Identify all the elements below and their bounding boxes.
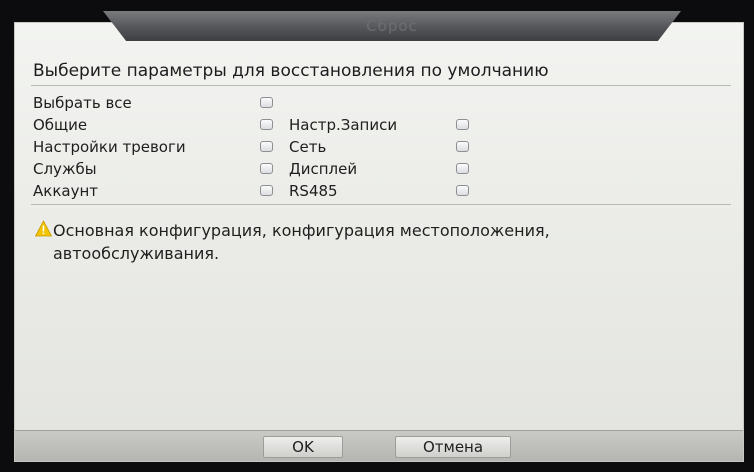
network-checkbox[interactable] (456, 141, 469, 152)
general-checkbox[interactable] (260, 119, 273, 130)
button-bar: OK Отмена (15, 430, 743, 461)
services-checkbox[interactable] (260, 163, 273, 174)
network-label: Сеть (289, 138, 327, 156)
title-bar: Сброс (103, 11, 681, 41)
general-label: Общие (33, 116, 88, 134)
record-settings-checkbox[interactable] (456, 119, 469, 130)
account-label: Аккаунт (33, 182, 98, 200)
dialog-title: Сброс (366, 17, 418, 35)
reset-dialog: Сброс Выберите параметры для восстановле… (14, 11, 744, 462)
ok-button[interactable]: OK (263, 436, 343, 458)
page-heading: Выберите параметры для восстановления по… (33, 61, 549, 81)
alarm-settings-label: Настройки тревоги (33, 138, 186, 156)
services-label: Службы (33, 160, 97, 178)
warning-icon (35, 220, 52, 237)
cancel-button[interactable]: Отмена (395, 436, 511, 458)
heading-divider (31, 85, 731, 86)
warning-message: Основная конфигурация, конфигурация мест… (53, 221, 550, 263)
section-divider (31, 204, 731, 205)
display-label: Дисплей (289, 160, 358, 178)
select-all-label: Выбрать все (33, 94, 132, 112)
account-checkbox[interactable] (260, 185, 273, 196)
rs485-label: RS485 (289, 182, 338, 200)
record-settings-label: Настр.Записи (289, 116, 398, 134)
select-all-checkbox[interactable] (260, 97, 273, 108)
display-checkbox[interactable] (456, 163, 469, 174)
alarm-settings-checkbox[interactable] (260, 141, 273, 152)
rs485-checkbox[interactable] (456, 185, 469, 196)
